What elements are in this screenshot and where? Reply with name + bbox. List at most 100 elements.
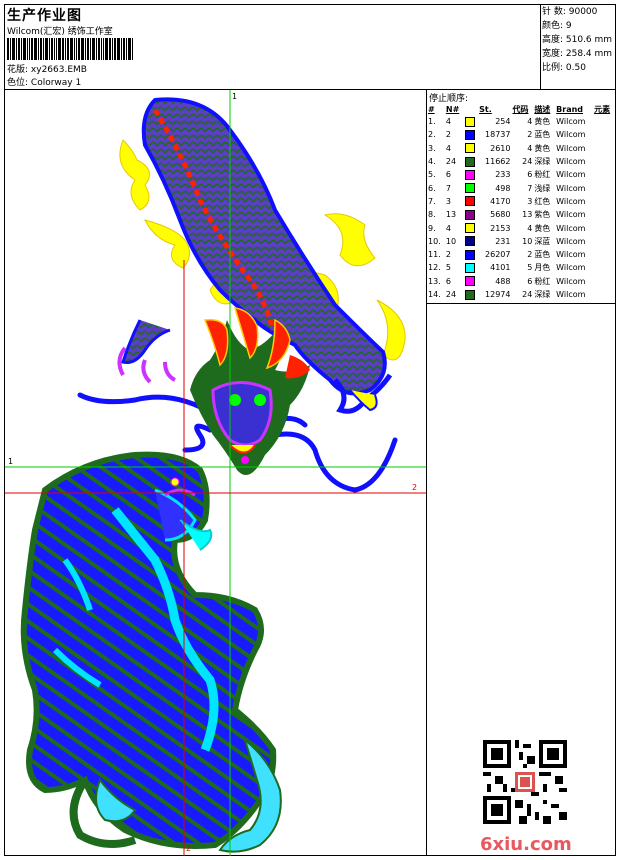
- row-element: [593, 221, 615, 234]
- row-needle: 24: [445, 157, 457, 167]
- row-needle: 4: [445, 143, 451, 153]
- row-swatch: [464, 221, 479, 234]
- row-stitches: 233: [495, 170, 511, 180]
- column-header: 元素: [594, 104, 611, 114]
- color-swatch: [464, 209, 475, 220]
- row-element: [593, 248, 615, 261]
- color-swatch: [464, 196, 475, 207]
- row-swatch: [464, 181, 479, 194]
- row-element: [593, 235, 615, 248]
- colorway-label: 色位:: [7, 78, 29, 88]
- row-index: 5.: [428, 170, 436, 180]
- row-code: 4: [527, 117, 533, 127]
- row-stitches: 26207: [485, 250, 511, 260]
- row-code: 13: [522, 210, 533, 220]
- row-description: 紫色: [534, 210, 551, 220]
- row-element: [593, 195, 615, 208]
- color-swatch: [464, 143, 475, 154]
- row-needle: 2: [445, 250, 451, 260]
- row-element: [593, 155, 615, 168]
- row-brand: Wilcom: [556, 130, 586, 140]
- row-needle: 6: [445, 276, 451, 286]
- row-needle: 2: [445, 130, 451, 140]
- row-element: [593, 142, 615, 155]
- row-swatch: [464, 288, 479, 301]
- row-brand: Wilcom: [556, 143, 586, 153]
- row-brand: Wilcom: [556, 157, 586, 167]
- row-swatch: [464, 261, 479, 274]
- row-stitches: 11662: [485, 157, 511, 167]
- color-swatch: [464, 129, 475, 140]
- design-preview: 1 1 2 2: [5, 90, 427, 856]
- row-index: 12.: [428, 263, 441, 273]
- table-row: 11. 2 26207 2 蓝色 Wilcom: [427, 248, 615, 261]
- row-element: [593, 261, 615, 274]
- table-row: 8. 13 5680 13 紫色 Wilcom: [427, 208, 615, 221]
- design-label: 花版:: [7, 65, 29, 75]
- row-description: 蓝色: [534, 130, 551, 140]
- design-file-line: 花版: xy2663.EMB: [7, 62, 87, 75]
- row-element: [593, 181, 615, 194]
- row-brand: Wilcom: [556, 250, 586, 260]
- row-brand: Wilcom: [556, 223, 586, 233]
- row-needle: 10: [445, 236, 457, 246]
- row-index: 8.: [428, 210, 436, 220]
- row-description: 黄色: [534, 117, 551, 127]
- row-brand: Wilcom: [556, 196, 586, 206]
- row-stitches: 5680: [490, 210, 511, 220]
- colorway-line: 色位: Colorway 1: [7, 75, 81, 88]
- column-header: 描述: [534, 104, 551, 114]
- column-header: 代码: [512, 104, 529, 114]
- row-index: 9.: [428, 223, 436, 233]
- guide-label-h2: 2: [412, 483, 418, 492]
- column-header: Brand: [556, 104, 584, 114]
- row-code: 3: [527, 196, 533, 206]
- row-stitches: 2610: [490, 143, 511, 153]
- row-brand: Wilcom: [556, 117, 586, 127]
- company-name: Wilcom(汇宏) 绣饰工作室: [7, 27, 113, 37]
- color-swatch: [464, 156, 475, 167]
- row-needle: 4: [445, 117, 451, 127]
- barcode-icon: [7, 38, 133, 60]
- row-index: 7.: [428, 196, 436, 206]
- table-row: 10. 10 231 10 深蓝 Wilcom: [427, 235, 615, 248]
- row-brand: Wilcom: [556, 210, 586, 220]
- row-swatch: [464, 208, 479, 221]
- watermark-logo: 6xiu.com: [480, 834, 572, 855]
- row-index: 14.: [428, 290, 441, 299]
- row-description: 黄色: [534, 143, 551, 153]
- row-stitches: 498: [495, 183, 511, 193]
- row-swatch: [464, 115, 479, 128]
- row-element: [593, 168, 615, 181]
- row-swatch: [464, 142, 479, 155]
- table-row: 2. 2 18737 2 蓝色 Wilcom: [427, 128, 615, 141]
- design-height: 高度: 510.6 mm: [542, 35, 613, 45]
- row-needle: 7: [445, 183, 451, 193]
- color-swatch: [464, 169, 475, 180]
- row-index: 10.: [428, 236, 441, 246]
- row-index: 3.: [428, 143, 436, 153]
- row-brand: Wilcom: [556, 170, 586, 180]
- row-code: 24: [522, 290, 533, 299]
- row-code: 6: [527, 170, 533, 180]
- row-description: 深绿: [534, 157, 551, 167]
- color-swatch: [464, 116, 475, 127]
- row-stitches: 231: [495, 236, 511, 246]
- row-description: 深绿: [534, 290, 551, 299]
- row-needle: 5: [445, 263, 451, 273]
- page-title: 生产作业图: [7, 8, 82, 24]
- row-swatch: [464, 248, 479, 261]
- row-code: 24: [522, 157, 533, 167]
- row-swatch: [464, 128, 479, 141]
- production-sheet: 生产作业图 Wilcom(汇宏) 绣饰工作室 花版: xy2663.EMB 色位…: [4, 4, 616, 856]
- table-row: 13. 6 488 6 粉红 Wilcom: [427, 275, 615, 288]
- row-code: 4: [527, 143, 533, 153]
- row-brand: Wilcom: [556, 276, 586, 286]
- table-row: 1. 4 254 4 黄色 Wilcom: [427, 115, 615, 128]
- row-code: 10: [522, 236, 533, 246]
- row-brand: Wilcom: [556, 263, 586, 273]
- column-header: St.: [479, 104, 492, 114]
- row-description: 红色: [534, 196, 551, 206]
- row-brand: Wilcom: [556, 183, 586, 193]
- table-row: 7. 3 4170 3 红色 Wilcom: [427, 195, 615, 208]
